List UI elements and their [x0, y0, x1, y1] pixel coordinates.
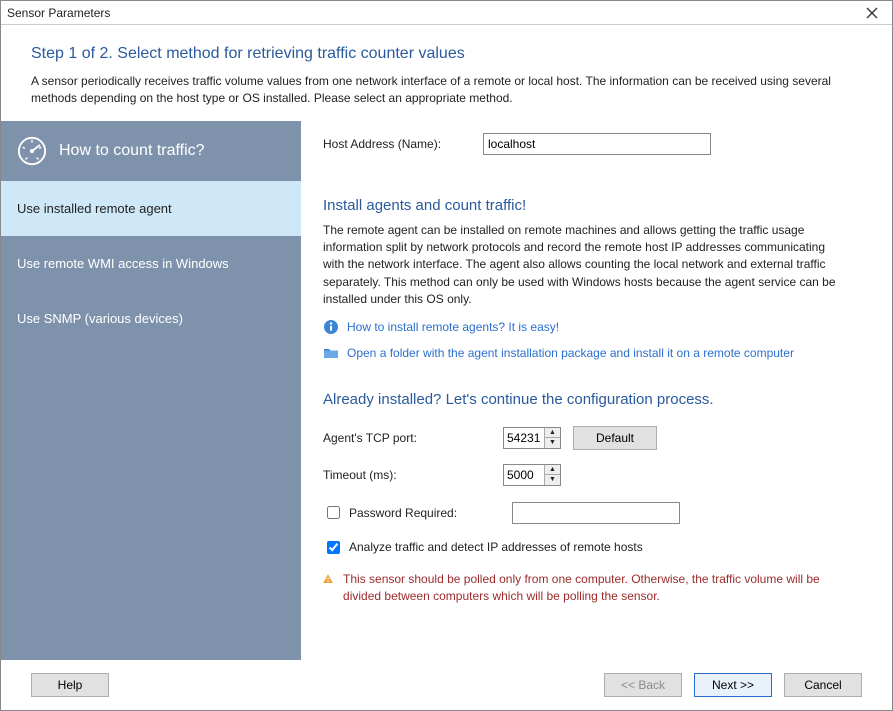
- info-icon: [323, 319, 339, 335]
- sidebar-heading: How to count traffic?: [59, 142, 205, 160]
- link-howto[interactable]: How to install remote agents? It is easy…: [347, 320, 559, 334]
- sidebar-item-label: Use SNMP (various devices): [17, 311, 183, 326]
- sidebar-item-wmi[interactable]: Use remote WMI access in Windows: [1, 236, 301, 291]
- port-spin-up[interactable]: ▲: [545, 428, 560, 439]
- analyze-row: Analyze traffic and detect IP addresses …: [323, 538, 862, 557]
- timeout-spin-up[interactable]: ▲: [545, 465, 560, 476]
- body-area: How to count traffic? Use installed remo…: [1, 121, 892, 660]
- install-paragraph: The remote agent can be installed on rem…: [323, 222, 843, 309]
- password-input[interactable]: [512, 502, 680, 524]
- help-button[interactable]: Help: [31, 673, 109, 697]
- timeout-input[interactable]: [504, 465, 544, 485]
- host-address-label: Host Address (Name):: [323, 137, 483, 151]
- window-title: Sensor Parameters: [7, 6, 110, 20]
- next-button[interactable]: Next >>: [694, 673, 772, 697]
- warning-row: This sensor should be polled only from o…: [323, 571, 843, 606]
- timeout-spin-down[interactable]: ▼: [545, 475, 560, 485]
- close-icon: [866, 7, 878, 19]
- port-row: Agent's TCP port: ▲ ▼ Default: [323, 426, 862, 450]
- timeout-spinbox: ▲ ▼: [503, 464, 561, 486]
- analyze-checkbox[interactable]: [327, 541, 340, 554]
- port-spin-down[interactable]: ▼: [545, 438, 560, 448]
- analyze-label: Analyze traffic and detect IP addresses …: [349, 540, 643, 554]
- host-address-row: Host Address (Name):: [323, 133, 862, 155]
- password-row: Password Required:: [323, 502, 862, 524]
- step-title: Step 1 of 2. Select method for retrievin…: [31, 45, 862, 63]
- sidebar-item-label: Use remote WMI access in Windows: [17, 256, 229, 271]
- sidebar-item-remote-agent[interactable]: Use installed remote agent: [1, 181, 301, 236]
- wizard-footer: Help << Back Next >> Cancel: [1, 660, 892, 710]
- config-heading: Already installed? Let's continue the co…: [323, 391, 862, 408]
- folder-icon: [323, 345, 339, 361]
- sidebar-header: How to count traffic?: [1, 121, 301, 181]
- cancel-button[interactable]: Cancel: [784, 673, 862, 697]
- wizard-header: Step 1 of 2. Select method for retrievin…: [1, 25, 892, 121]
- host-address-input[interactable]: [483, 133, 711, 155]
- default-port-button[interactable]: Default: [573, 426, 657, 450]
- warning-text: This sensor should be polled only from o…: [343, 571, 843, 606]
- timeout-row: Timeout (ms): ▲ ▼: [323, 464, 862, 486]
- warning-icon: [323, 571, 333, 587]
- sidebar: How to count traffic? Use installed remo…: [1, 121, 301, 660]
- port-spinbox: ▲ ▼: [503, 427, 561, 449]
- sidebar-item-label: Use installed remote agent: [17, 201, 172, 216]
- install-heading: Install agents and count traffic!: [323, 197, 862, 214]
- sensor-parameters-window: Sensor Parameters Step 1 of 2. Select me…: [0, 0, 893, 711]
- back-button[interactable]: << Back: [604, 673, 682, 697]
- sidebar-body: Use installed remote agent Use remote WM…: [1, 181, 301, 660]
- sidebar-item-snmp[interactable]: Use SNMP (various devices): [1, 291, 301, 346]
- port-label: Agent's TCP port:: [323, 431, 503, 445]
- gauge-icon: [17, 136, 47, 166]
- timeout-label: Timeout (ms):: [323, 468, 503, 482]
- content-pane: Host Address (Name): Install agents and …: [301, 121, 892, 660]
- password-label: Password Required:: [349, 506, 506, 520]
- link-howto-row: How to install remote agents? It is easy…: [323, 319, 862, 335]
- port-input[interactable]: [504, 428, 544, 448]
- titlebar: Sensor Parameters: [1, 1, 892, 25]
- link-folder-row: Open a folder with the agent installatio…: [323, 345, 862, 361]
- close-button[interactable]: [852, 1, 892, 24]
- password-checkbox[interactable]: [327, 506, 340, 519]
- step-description: A sensor periodically receives traffic v…: [31, 73, 861, 107]
- link-open-folder[interactable]: Open a folder with the agent installatio…: [347, 346, 794, 360]
